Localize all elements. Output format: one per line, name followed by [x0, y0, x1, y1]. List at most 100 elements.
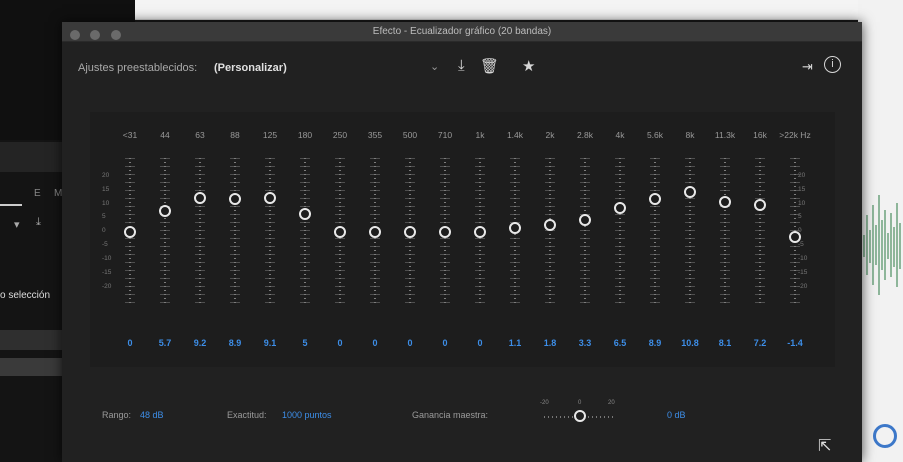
slider-track[interactable] [549, 158, 551, 306]
band-gain-value[interactable]: 8.9 [218, 338, 252, 348]
slider-knob[interactable] [299, 207, 311, 220]
slider-knob[interactable] [579, 213, 591, 226]
slider-track[interactable] [654, 158, 656, 306]
slider-knob[interactable] [649, 193, 661, 206]
master-gain-knob[interactable] [574, 410, 586, 422]
slider-knob[interactable] [124, 226, 136, 238]
band-gain-value[interactable]: -1.4 [778, 338, 812, 348]
band-gain-value[interactable]: 1.8 [533, 338, 567, 348]
band-slider[interactable] [437, 158, 453, 306]
band-slider[interactable] [262, 158, 278, 306]
range-label: Rango: [102, 410, 132, 420]
window-title: Efecto - Ecualizador gráfico (20 bandas) [372, 26, 552, 37]
save-preset-icon[interactable]: ⤓ [458, 57, 465, 74]
slider-track[interactable] [759, 158, 761, 306]
db-scale-label: -20 [102, 282, 112, 290]
background-tab[interactable]: E [34, 188, 41, 199]
band-slider[interactable] [402, 158, 418, 306]
band-slider[interactable] [367, 158, 383, 306]
slider-knob[interactable] [194, 191, 206, 204]
band-gain-value[interactable]: 0 [463, 338, 497, 348]
slider-track[interactable] [269, 158, 271, 306]
band-gain-value[interactable]: 0 [358, 338, 392, 348]
master-gain-value[interactable]: 0 dB [667, 410, 686, 420]
slider-knob[interactable] [229, 193, 241, 206]
band-gain-value[interactable]: 10.8 [673, 338, 707, 348]
band-slider[interactable] [297, 158, 313, 306]
band-frequency-label: 180 [297, 130, 313, 140]
slider-knob[interactable] [369, 226, 381, 238]
tick-label: -20 [540, 400, 549, 406]
band-slider[interactable] [612, 158, 628, 306]
band-gain-value[interactable]: 3.3 [568, 338, 602, 348]
band-slider[interactable] [577, 158, 593, 306]
band-gain-value[interactable]: 8.1 [708, 338, 742, 348]
slider-track[interactable] [199, 158, 201, 306]
band-gain-value[interactable]: 0 [113, 338, 147, 348]
slider-track[interactable] [234, 158, 236, 306]
band-gain-value[interactable]: 6.5 [603, 338, 637, 348]
info-icon[interactable]: i [824, 56, 841, 73]
band-frequency-label: 11.3k [714, 130, 736, 140]
band-gain-value[interactable]: 0 [428, 338, 462, 348]
band-slider[interactable] [192, 158, 208, 306]
slider-knob[interactable] [474, 226, 486, 238]
band-slider[interactable] [507, 158, 523, 306]
slider-knob[interactable] [404, 226, 416, 238]
band-gain-value[interactable]: 0 [393, 338, 427, 348]
favorite-star-icon[interactable]: ★ [522, 57, 535, 75]
band-gain-value[interactable]: 9.1 [253, 338, 287, 348]
save-icon[interactable]: ⤓ [36, 216, 41, 229]
band-slider[interactable] [682, 158, 698, 306]
band-slider[interactable] [717, 158, 733, 306]
slider-knob[interactable] [719, 196, 731, 209]
band-gain-value[interactable]: 5.7 [148, 338, 182, 348]
eq-bands-panel: <31 44 63 88 125 180 250 355 500 710 1k 1.4k 2k 2.8k 4… [90, 112, 835, 367]
band-gain-value[interactable]: 9.2 [183, 338, 217, 348]
slider-knob[interactable] [159, 204, 171, 217]
band-slider[interactable] [332, 158, 348, 306]
band-slider[interactable] [227, 158, 243, 306]
presets-label: Ajustes preestablecidos: [78, 62, 198, 74]
band-slider[interactable] [122, 158, 138, 306]
slider-knob[interactable] [334, 226, 346, 238]
background-tab-underline [0, 204, 22, 206]
slider-track[interactable] [164, 158, 166, 306]
band-gain-value[interactable]: 5 [288, 338, 322, 348]
presets-select[interactable]: (Personalizar) [214, 62, 287, 74]
tick-label: 0 [578, 400, 582, 406]
band-gain-value[interactable]: 0 [323, 338, 357, 348]
delete-preset-icon[interactable]: 🗑 [480, 57, 499, 75]
band-slider[interactable] [157, 158, 173, 306]
accuracy-value[interactable]: 1000 puntos [282, 410, 332, 420]
waveform-graphic [863, 195, 901, 295]
band-frequency-label: 1k [475, 130, 485, 140]
band-slider[interactable] [647, 158, 663, 306]
slider-knob[interactable] [439, 226, 451, 238]
band-slider[interactable] [752, 158, 768, 306]
band-gain-value[interactable]: 8.9 [638, 338, 672, 348]
slider-track[interactable] [619, 158, 621, 306]
band-slider[interactable] [542, 158, 558, 306]
range-value[interactable]: 48 dB [140, 410, 164, 420]
slider-track[interactable] [689, 158, 691, 306]
band-slider[interactable] [787, 158, 803, 306]
slider-knob[interactable] [684, 186, 696, 199]
routing-icon[interactable]: ⇥ [802, 59, 813, 75]
tick-label: 20 [608, 400, 615, 406]
slider-knob[interactable] [614, 201, 626, 214]
slider-knob[interactable] [509, 221, 521, 234]
chevron-down-icon[interactable]: ⌄ [430, 60, 439, 73]
band-frequency-label: 1.4k [506, 130, 524, 140]
slider-track[interactable] [304, 158, 306, 306]
window-titlebar[interactable]: Efecto - Ecualizador gráfico (20 bandas) [62, 22, 862, 42]
slider-track[interactable] [584, 158, 586, 306]
band-slider[interactable] [472, 158, 488, 306]
master-gain-label: Ganancia maestra: [412, 410, 489, 420]
slider-track[interactable] [724, 158, 726, 306]
band-gain-value[interactable]: 7.2 [743, 338, 777, 348]
master-gain-slider[interactable]: -20 0 20 [532, 400, 632, 430]
band-gain-value[interactable]: 1.1 [498, 338, 532, 348]
dropdown-icon[interactable]: ▾ [14, 218, 20, 231]
db-scale-label: -10 [102, 255, 112, 262]
